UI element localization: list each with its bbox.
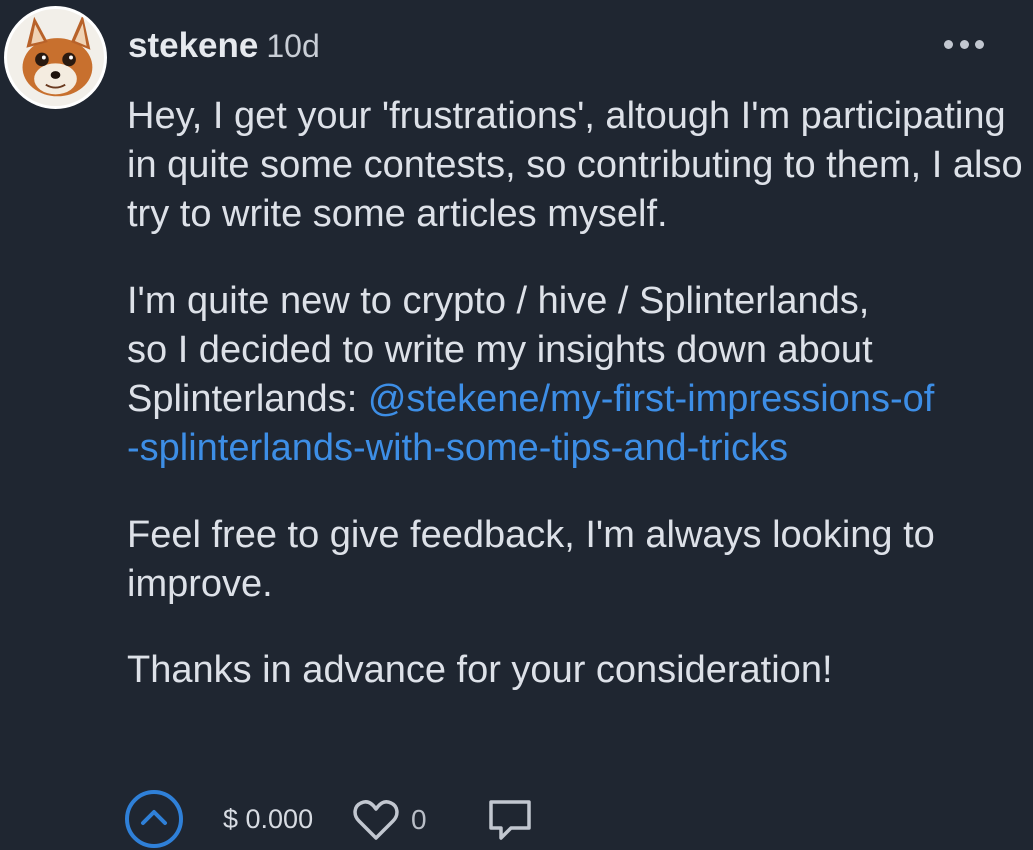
- more-dots-icon: [975, 39, 984, 49]
- avatar[interactable]: [4, 6, 107, 109]
- chevron-up-icon: [141, 810, 167, 825]
- paragraph-line: so I decided to write my insights down a…: [127, 329, 873, 371]
- post-link-part: -splinterlands-with-some-tips-and-tricks: [127, 427, 788, 469]
- comment-age: 10d: [266, 28, 320, 64]
- like-count: 0: [411, 804, 427, 835]
- comment-actions: $ 0.000 0: [125, 790, 545, 850]
- more-dots-icon: [944, 39, 953, 49]
- more-options-button[interactable]: [944, 33, 984, 55]
- comment-paragraph: Hey, I get your 'frustrations', altough …: [127, 95, 1023, 235]
- comment-paragraph: Feel free to give feedback, I'm always l…: [127, 514, 935, 605]
- paragraph-text: Splinterlands:: [127, 378, 368, 420]
- comment-icon[interactable]: [487, 798, 533, 844]
- post-link-part: @stekene/my-first-impressions-of: [367, 378, 935, 420]
- upvote-button[interactable]: [125, 790, 183, 848]
- comment-header: stekene 10d: [128, 26, 320, 66]
- heart-icon[interactable]: [353, 798, 399, 842]
- comment-paragraph: I'm quite new to crypto / hive / Splinte…: [127, 277, 1027, 473]
- comment-body: Hey, I get your 'frustrations', altough …: [127, 92, 1027, 695]
- author-name[interactable]: stekene: [128, 26, 258, 66]
- paragraph-line: I'm quite new to crypto / hive / Splinte…: [127, 280, 870, 322]
- comment-paragraph: Thanks in advance for your consideration…: [127, 649, 833, 691]
- payout-value[interactable]: $ 0.000: [223, 804, 313, 835]
- fox-avatar-image: [7, 9, 104, 106]
- more-dots-icon: [959, 39, 969, 49]
